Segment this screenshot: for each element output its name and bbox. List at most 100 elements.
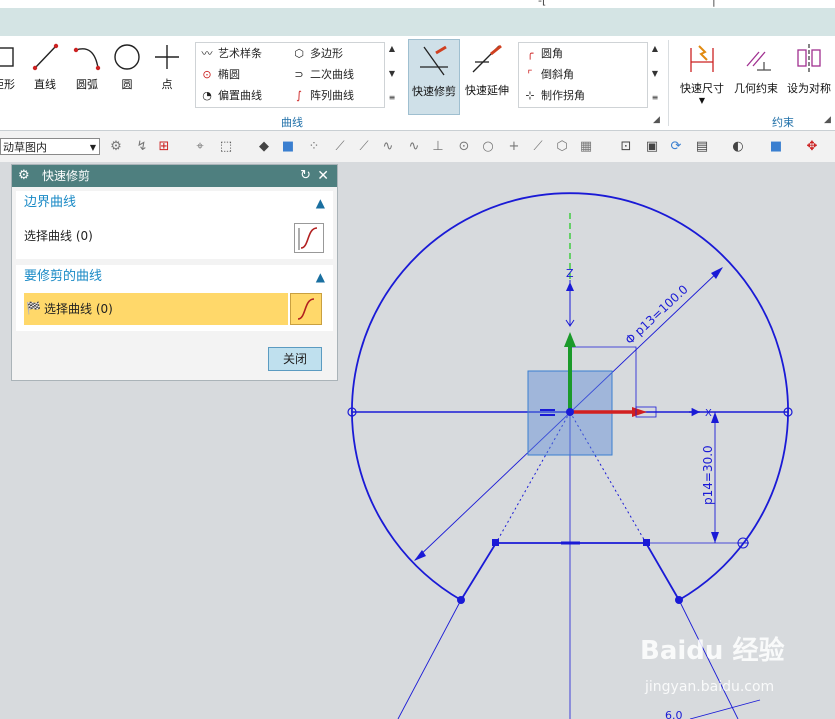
z-triad-head (564, 332, 576, 347)
quick-trim-button[interactable]: 快速修剪 (408, 39, 460, 115)
view-layout-icon[interactable]: ▤ (694, 139, 710, 155)
close-button[interactable]: 关闭 (268, 347, 322, 371)
set-symmetric-icon (797, 44, 821, 74)
set-symmetric-button[interactable]: 设为对称 (783, 42, 835, 96)
chamfer-icon: ⌜ (527, 67, 533, 81)
s-curve-icon (297, 298, 315, 320)
gallery-item-studio-spline[interactable]: 〰艺术样条 (200, 43, 263, 63)
bottom-dimension-line (689, 699, 761, 719)
select-curve-button-active[interactable] (290, 293, 322, 325)
line-label: 直线 (34, 78, 56, 91)
line-end-icon[interactable]: ⟋ (530, 139, 546, 155)
vertical-dimension[interactable]: p14=30.0 (701, 445, 715, 505)
vertical-dimension-text: p14=30.0 (701, 445, 715, 505)
curve-snap-icon[interactable]: ∿ (380, 139, 396, 155)
group-expand-icon-2[interactable]: ◢ (824, 115, 831, 125)
s-curve-icon (298, 227, 318, 250)
orient-view-icon[interactable]: ▣ (644, 139, 660, 155)
gallery-item-offset-curve[interactable]: ◔ 偏置曲线 (200, 85, 262, 105)
gallery-item-ellipse[interactable]: ⊙ 椭圆 (200, 64, 240, 84)
make-corner-icon: ⊹ (525, 88, 535, 102)
point-button[interactable]: 点 (150, 42, 184, 92)
curve-gallery-scroll[interactable]: ▲ ▼ ≡ (386, 44, 398, 102)
existing-point-icon[interactable]: + (506, 139, 522, 155)
quick-extend-label: 快速延伸 (465, 84, 509, 97)
quick-dimension-button[interactable]: 快速尺寸 ▼ (676, 42, 728, 105)
gallery-item-polygon[interactable]: ⬡ 多边形 (292, 43, 343, 63)
boundary-curve-header[interactable]: 边界曲线 ▲ (16, 191, 333, 215)
body-select-icon[interactable]: ◆ (256, 139, 272, 155)
vdim-arrow-bottom (711, 532, 719, 543)
corner-gallery-scroll[interactable]: ▲ ▼ ≡ (649, 44, 661, 102)
arc-endpoint-left[interactable] (457, 596, 465, 604)
vertex-right[interactable] (643, 539, 650, 546)
chevron-up-icon[interactable]: ▲ (316, 265, 325, 289)
set-symmetric-label: 设为对称 (787, 82, 831, 95)
origin-point[interactable] (566, 408, 574, 416)
scatter-icon[interactable]: ⁘ (306, 139, 322, 155)
checkered-flag-icon: 🏁 (26, 301, 41, 315)
baidu-watermark: Baidu 经验 (640, 636, 785, 666)
select-add-icon[interactable]: ⊞ (156, 139, 172, 155)
intersection-icon[interactable]: ⊥ (430, 139, 446, 155)
group-expand-icon[interactable]: ◢ (653, 115, 660, 125)
display-options-icon[interactable]: ✥ (804, 139, 820, 155)
quick-dimension-dropdown-icon[interactable]: ▼ (676, 96, 728, 105)
line-button[interactable]: 直线 (28, 42, 62, 92)
quick-trim-icon (420, 45, 448, 76)
render-style-icon[interactable]: ◐ (730, 139, 746, 155)
gallery-item-make-corner[interactable]: ⊹ 制作拐角 (523, 85, 585, 105)
vertex-left[interactable] (492, 539, 499, 546)
snap-icon[interactable]: ↯ (134, 139, 150, 155)
cube-icon[interactable]: ■ (280, 139, 296, 155)
rectangle-select-icon[interactable]: ⬚ (218, 139, 234, 155)
boundary-select-row[interactable]: 选择曲线 (0) (24, 219, 93, 253)
chevron-down-icon: ▼ (89, 143, 96, 152)
face-icon[interactable]: ⬡ (554, 139, 570, 155)
ellipse-icon: ⊙ (202, 67, 212, 81)
line-icon (32, 43, 59, 71)
quadrant-icon[interactable]: ○ (480, 139, 496, 155)
arc-button[interactable]: 圆弧 (70, 42, 104, 92)
point-snap-icon[interactable]: ⌖ (192, 139, 208, 155)
trim-select-label: 选择曲线 (0) (44, 302, 113, 316)
baidu-watermark-url: jingyan.baidu.com (645, 679, 775, 695)
offset-curve-icon: ◔ (202, 88, 212, 102)
line-snap-icon[interactable]: ⟋ (332, 139, 348, 155)
arc-endpoint-right[interactable] (675, 596, 683, 604)
rect-icon (0, 47, 14, 67)
group-label-constraint: 约束 (772, 116, 794, 129)
spline-icon: 〰 (201, 47, 213, 60)
geometric-constraints-icon (746, 51, 771, 71)
spline-snap-icon[interactable]: ∿ (406, 139, 422, 155)
gallery-item-conic[interactable]: ⊃ 二次曲线 (292, 64, 354, 84)
fit-view-icon[interactable]: ⊡ (618, 139, 634, 155)
ribbon: 矩形 直线 圆弧 圆 点 〰艺术样条 ⬡多边形 ⊙椭圆 ⊃二次曲线 ◔偏置曲线 … (0, 36, 835, 131)
refresh-view-icon[interactable]: ⟳ (668, 139, 684, 155)
select-curve-button[interactable] (294, 223, 324, 253)
gallery-item-chamfer[interactable]: ⌜ 倒斜角 (523, 64, 574, 84)
gallery-item-pattern-curve[interactable]: ∫ 阵列曲线 (292, 85, 354, 105)
center-point-icon[interactable]: ⊙ (456, 139, 472, 155)
boundary-curve-section: 边界曲线 ▲ 选择曲线 (0) (16, 191, 333, 259)
circle-button[interactable]: 圆 (110, 42, 144, 92)
trim-select-row[interactable]: 🏁 选择曲线 (0) (24, 293, 288, 325)
grid-icon[interactable]: ▦ (578, 139, 594, 155)
gallery-item-fillet[interactable]: ╭ 圆角 (523, 43, 563, 63)
corner-gallery: ╭ 圆角 ⌜ 倒斜角 ⊹ 制作拐角 (518, 42, 648, 108)
selection-scope-value: 动草图内 (3, 141, 47, 154)
reset-icon[interactable]: ↻ (300, 165, 311, 187)
diameter-dimension[interactable]: Φ p13=100.0 (622, 282, 690, 347)
selection-scope-combo[interactable]: 动草图内 ▼ (0, 138, 100, 155)
geometric-constraints-button[interactable]: 几何约束 (730, 42, 782, 96)
quick-extend-button[interactable]: 快速延伸 (462, 42, 512, 98)
trim-curve-header[interactable]: 要修剪的曲线 ▲ (16, 265, 333, 289)
gear-icon[interactable]: ⚙ (18, 165, 30, 187)
close-icon[interactable]: ✕ (317, 165, 329, 187)
line-snap-icon-2[interactable]: ⟋ (356, 139, 372, 155)
filter-icon[interactable]: ⚙ (108, 139, 124, 155)
chevron-up-icon[interactable]: ▲ (316, 191, 325, 215)
rect-button[interactable]: 矩形 (0, 42, 20, 92)
shaded-cube-icon[interactable]: ■ (768, 139, 784, 155)
quick-trim-label: 快速修剪 (412, 85, 456, 98)
